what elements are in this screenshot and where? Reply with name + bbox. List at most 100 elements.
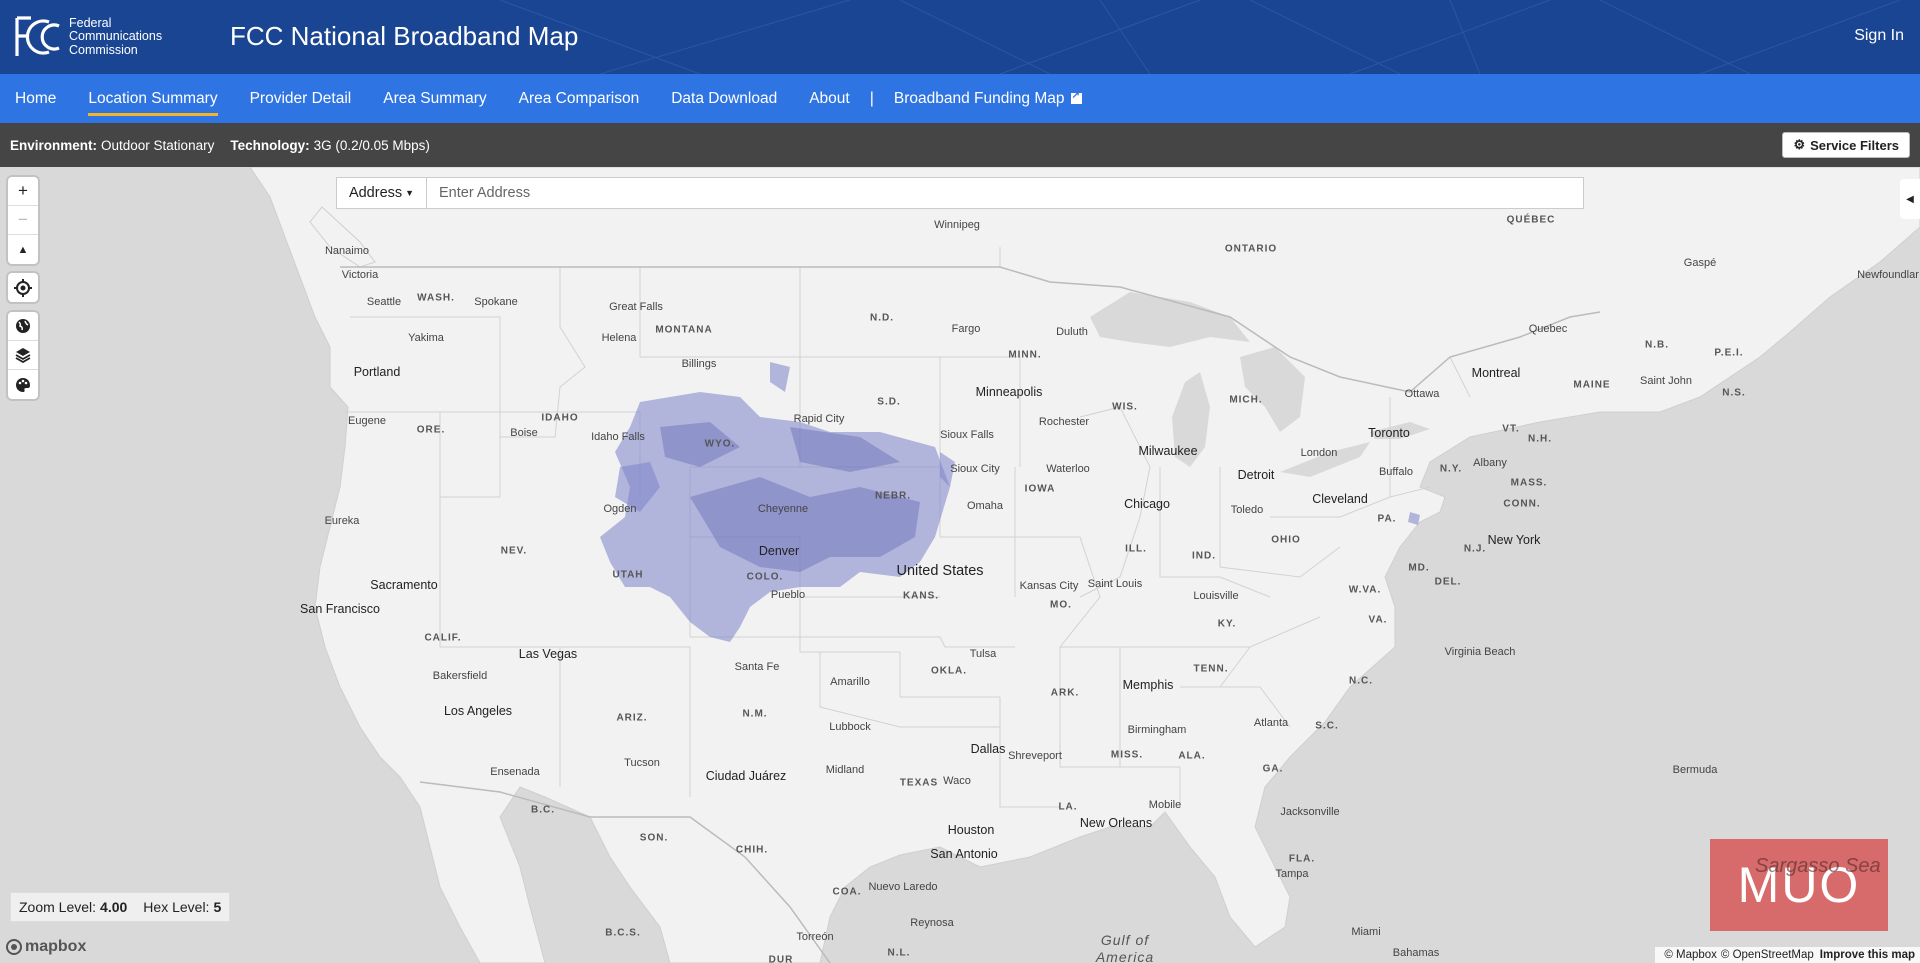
map-label-region: MD. bbox=[1408, 562, 1430, 574]
map-label-region: TENN. bbox=[1193, 663, 1229, 675]
map-label-city: Bahamas bbox=[1392, 947, 1440, 959]
address-search-bar: Address ▼ bbox=[336, 177, 1584, 209]
map-label-city: Idaho Falls bbox=[591, 431, 645, 443]
map-label-city: Minneapolis bbox=[975, 385, 1043, 399]
map-label-city: Bakersfield bbox=[432, 670, 488, 682]
style-button[interactable] bbox=[8, 370, 38, 399]
nav-item-provider-detail[interactable]: Provider Detail bbox=[250, 90, 352, 108]
chevron-left-icon: ◀ bbox=[1906, 193, 1914, 205]
search-type-dropdown[interactable]: Address ▼ bbox=[337, 178, 427, 208]
mapbox-logo-text: mapbox bbox=[25, 938, 87, 955]
north-america-landmass bbox=[249, 167, 1920, 963]
map-label-city: Sacramento bbox=[370, 578, 438, 592]
layers-icon bbox=[15, 348, 31, 363]
map-label-region: OKLA. bbox=[930, 665, 968, 677]
hex-level-label: Hex Level: bbox=[143, 899, 210, 915]
map-label-city: Houston bbox=[947, 823, 995, 837]
zoom-controls: + − ▲ bbox=[8, 177, 38, 264]
map-label-city: Bermuda bbox=[1672, 764, 1718, 776]
compass-icon: ▲ bbox=[17, 243, 29, 256]
map-label-city: Gaspé bbox=[1683, 257, 1717, 269]
external-link-icon bbox=[1070, 90, 1082, 104]
crosshair-icon bbox=[14, 278, 32, 297]
map-label-region: N.D. bbox=[870, 312, 894, 324]
map-label-city: New York bbox=[1487, 533, 1541, 547]
map-label-city: Waco bbox=[943, 775, 971, 787]
search-type-label: Address bbox=[348, 185, 403, 201]
map-label-region: WYO. bbox=[704, 438, 736, 450]
map-label-city: Amarillo bbox=[830, 676, 870, 688]
nav-item-area-comparison[interactable]: Area Comparison bbox=[519, 90, 640, 108]
nav-item-location-summary[interactable]: Location Summary bbox=[88, 90, 218, 116]
map-label-region: TEXAS bbox=[899, 777, 939, 789]
layers-button[interactable] bbox=[8, 341, 38, 370]
compass-button[interactable]: ▲ bbox=[8, 235, 38, 264]
fcc-logo[interactable]: Federal Communications Commission bbox=[15, 16, 162, 58]
map-label-region: N.B. bbox=[1645, 339, 1669, 351]
map-label-city: Santa Fe bbox=[734, 661, 780, 673]
nav-item-area-summary[interactable]: Area Summary bbox=[383, 90, 486, 108]
map-label-region: MISS. bbox=[1110, 749, 1144, 761]
map-label-city: Omaha bbox=[966, 500, 1004, 512]
map-label-region: MONTANA bbox=[655, 324, 713, 336]
map-label-region: ONTARIO bbox=[1224, 243, 1278, 255]
improve-map-link[interactable]: Improve this map bbox=[1820, 949, 1915, 961]
map-label-region: KY. bbox=[1217, 618, 1237, 630]
nav-item-about[interactable]: About bbox=[809, 90, 850, 108]
map-label-city: Fargo bbox=[951, 323, 981, 335]
technology-value: 3G (0.2/0.05 Mbps) bbox=[313, 137, 430, 153]
map-label-city: Shreveport bbox=[1008, 750, 1062, 762]
technology-filter: Technology: 3G (0.2/0.05 Mbps) bbox=[230, 138, 430, 153]
map-label-city: Virginia Beach bbox=[1444, 646, 1516, 658]
gear-icon: ⚙ bbox=[1793, 137, 1806, 152]
geolocate-button[interactable] bbox=[8, 273, 38, 302]
globe-icon bbox=[16, 319, 30, 333]
mapbox-attribution-link[interactable]: © Mapbox bbox=[1664, 949, 1717, 961]
basemap-button[interactable] bbox=[8, 312, 38, 341]
service-filters-button[interactable]: ⚙ Service Filters bbox=[1782, 132, 1910, 158]
map-label-city: Ensenada bbox=[490, 766, 540, 778]
map-label-city: Tampa bbox=[1275, 868, 1309, 880]
map-label-region: ALA. bbox=[1178, 750, 1206, 762]
side-panel-toggle[interactable]: ◀ bbox=[1900, 179, 1920, 219]
address-search-input[interactable] bbox=[427, 178, 1583, 208]
map-label-sea: Sargasso Sea bbox=[1755, 855, 1881, 877]
osm-attribution-link[interactable]: © OpenStreetMap bbox=[1721, 949, 1814, 961]
map-label-city: Ogden bbox=[603, 503, 637, 515]
zoom-in-button[interactable]: + bbox=[8, 177, 38, 206]
map-label-city: Nanaimo bbox=[324, 245, 370, 257]
page-title: FCC National Broadband Map bbox=[230, 21, 579, 51]
map-label-water: Gulf of bbox=[1100, 932, 1150, 948]
filter-summary-bar: Environment: Outdoor Stationary Technolog… bbox=[0, 123, 1920, 167]
nav-item-broadband-funding-map[interactable]: Broadband Funding Map bbox=[894, 90, 1082, 108]
nav-item-data-download[interactable]: Data Download bbox=[671, 90, 777, 108]
map-label-region: LA. bbox=[1058, 801, 1078, 813]
map-label-region: IOWA bbox=[1024, 483, 1056, 495]
map-label-city: Jacksonville bbox=[1280, 806, 1340, 818]
map-canvas[interactable]: Winnipeg Nanaimo Victoria Seattle Spokan… bbox=[0, 167, 1920, 963]
map-label-region: FLA. bbox=[1288, 853, 1316, 865]
map-label-city: Buffalo bbox=[1378, 466, 1414, 478]
map-label-city: Pueblo bbox=[770, 589, 806, 601]
watermark: MUO bbox=[1710, 839, 1888, 931]
map-label-city: Mobile bbox=[1148, 799, 1182, 811]
zoom-out-button[interactable]: − bbox=[8, 206, 38, 235]
map-label-city: Kansas City bbox=[1019, 580, 1079, 592]
map-label-region: DEL. bbox=[1434, 576, 1462, 588]
map-label-city: London bbox=[1300, 447, 1338, 459]
map-label-city: Tulsa bbox=[969, 648, 997, 660]
map-label-city: Boise bbox=[510, 427, 538, 439]
map-label-region: IDAHO bbox=[541, 412, 579, 424]
map-label-city: Toledo bbox=[1230, 504, 1264, 516]
map-label-region: VA. bbox=[1368, 614, 1388, 626]
map-label-city: Portland bbox=[353, 365, 401, 379]
map-label-region: P.E.I. bbox=[1714, 347, 1744, 359]
nav-item-home[interactable]: Home bbox=[15, 90, 56, 108]
map-attribution: © Mapbox © OpenStreetMap Improve this ma… bbox=[1655, 947, 1920, 963]
map-label-city: Dallas bbox=[970, 742, 1006, 756]
map-label-region: COA. bbox=[832, 886, 862, 898]
mapbox-logo[interactable]: mapbox bbox=[6, 938, 86, 956]
sign-in-link[interactable]: Sign In bbox=[1854, 27, 1904, 45]
map-label-city: Winnipeg bbox=[934, 219, 980, 231]
main-nav: Home Location Summary Provider Detail Ar… bbox=[0, 74, 1920, 123]
